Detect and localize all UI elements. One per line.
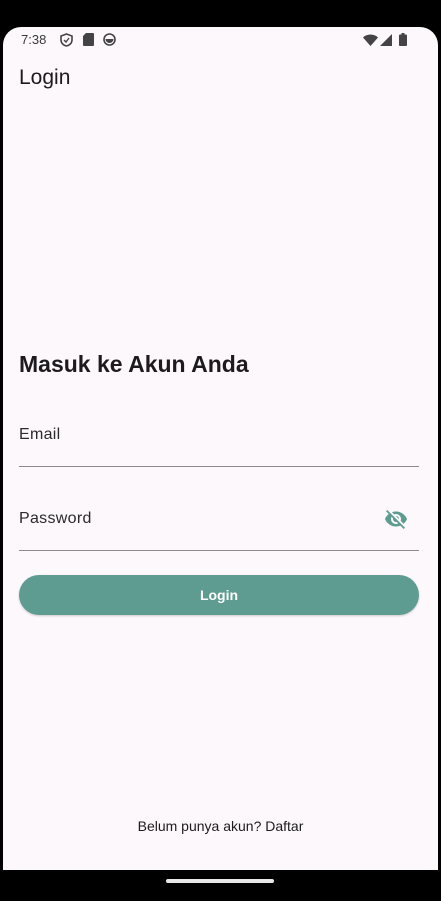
wifi-icon [363,34,378,46]
home-indicator[interactable] [166,879,274,883]
visibility-off-icon[interactable] [384,507,408,531]
battery-icon [399,33,407,46]
password-field[interactable]: Password [19,510,419,551]
device-frame: 7:38 Login Masuk ke Akun Anda Email Pass… [0,0,441,901]
form-heading: Masuk ke Akun Anda [19,351,249,377]
login-button[interactable]: Login [19,575,419,615]
password-field-label: Password [19,510,92,527]
email-field[interactable]: Email [19,426,419,467]
email-field-label: Email [19,426,61,443]
shield-icon [60,33,73,47]
cell-signal-icon [380,34,392,46]
status-bar: 7:38 [3,27,438,53]
page-title: Login [19,66,71,89]
register-link[interactable]: Belum punya akun? Daftar [3,818,438,834]
sim-card-icon [83,33,94,46]
circle-app-icon [103,33,116,46]
status-time: 7:38 [21,32,47,47]
app-screen: 7:38 Login Masuk ke Akun Anda Email Pass… [3,27,438,870]
